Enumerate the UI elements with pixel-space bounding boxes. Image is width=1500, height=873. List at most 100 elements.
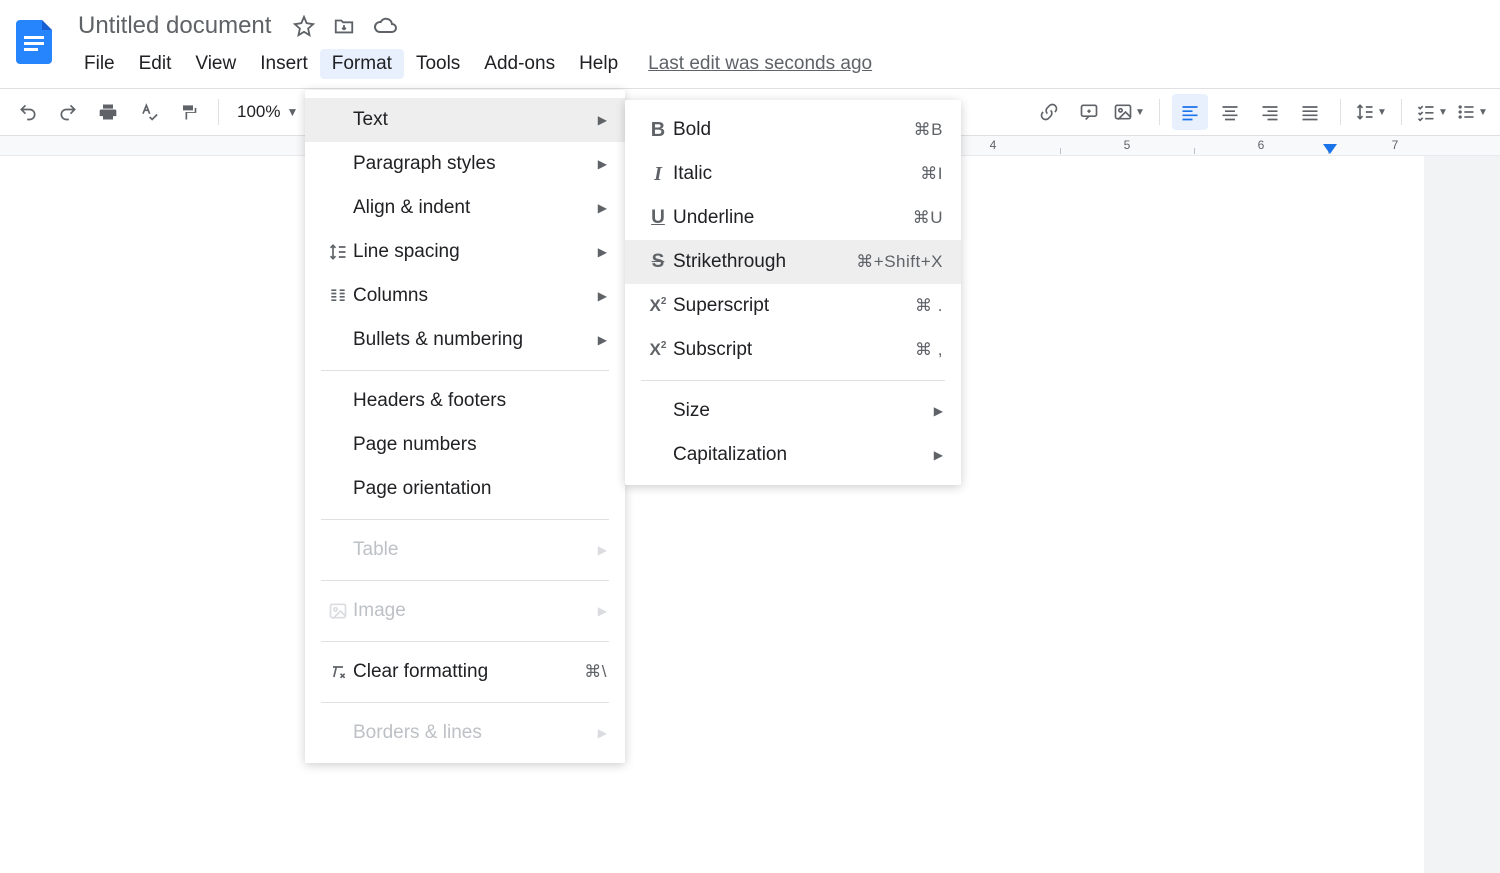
chevron-right-icon: ▶ bbox=[598, 245, 607, 259]
menu-item-label: Italic bbox=[673, 163, 920, 185]
format-paragraph-styles-item[interactable]: Paragraph styles▶ bbox=[305, 142, 625, 186]
menu-item-label: Page orientation bbox=[353, 478, 607, 500]
menu-item-label: Bullets & numbering bbox=[353, 329, 598, 351]
text-bold-item[interactable]: BBold⌘B bbox=[625, 108, 961, 152]
undo-button[interactable] bbox=[10, 94, 46, 130]
format-columns-item[interactable]: Columns▶ bbox=[305, 274, 625, 318]
chevron-right-icon: ▶ bbox=[934, 404, 943, 418]
text-submenu-panel: BBold⌘B IItalic⌘I UUnderline⌘U SStriketh… bbox=[625, 100, 961, 485]
align-center-button[interactable] bbox=[1212, 94, 1248, 130]
format-line-spacing-item[interactable]: Line spacing▶ bbox=[305, 230, 625, 274]
menu-item-label: Size bbox=[673, 400, 934, 422]
align-right-button[interactable] bbox=[1252, 94, 1288, 130]
menu-item-label: Paragraph styles bbox=[353, 153, 598, 175]
menu-item-label: Page numbers bbox=[353, 434, 607, 456]
app-header: Untitled document File Edit View Insert … bbox=[0, 0, 1500, 82]
format-text-item[interactable]: Text▶ bbox=[305, 98, 625, 142]
menu-item-label: Text bbox=[353, 109, 598, 131]
chevron-right-icon: ▶ bbox=[598, 333, 607, 347]
menu-item-label: Capitalization bbox=[673, 444, 934, 466]
menu-item-label: Subscript bbox=[673, 339, 915, 361]
toolbar-separator bbox=[1401, 99, 1402, 125]
format-clear-formatting-item[interactable]: Clear formatting⌘\ bbox=[305, 650, 625, 694]
align-left-button[interactable] bbox=[1172, 94, 1208, 130]
menu-separator bbox=[641, 380, 945, 381]
format-bullets-numbering-item[interactable]: Bullets & numbering▶ bbox=[305, 318, 625, 362]
text-italic-item[interactable]: IItalic⌘I bbox=[625, 152, 961, 196]
menu-item-shortcut: ⌘U bbox=[913, 208, 943, 228]
underline-icon: U bbox=[643, 207, 673, 229]
insert-image-button[interactable]: ▼ bbox=[1111, 94, 1147, 130]
menu-help[interactable]: Help bbox=[567, 49, 630, 79]
menu-item-label: Bold bbox=[673, 119, 914, 141]
ruler-number: 6 bbox=[1258, 138, 1265, 152]
redo-button[interactable] bbox=[50, 94, 86, 130]
chevron-right-icon: ▶ bbox=[934, 448, 943, 462]
format-menu-panel: Text▶ Paragraph styles▶ Align & indent▶ … bbox=[305, 90, 625, 763]
spellcheck-button[interactable] bbox=[130, 94, 166, 130]
menu-item-shortcut: ⌘\ bbox=[584, 662, 607, 682]
outline-icon[interactable] bbox=[19, 204, 45, 873]
menu-edit[interactable]: Edit bbox=[127, 49, 184, 79]
bulleted-list-button[interactable]: ▼ bbox=[1454, 94, 1490, 130]
toolbar-separator bbox=[218, 99, 219, 125]
right-indent-marker[interactable] bbox=[1323, 144, 1337, 154]
text-subscript-item[interactable]: X2Subscript⌘ , bbox=[625, 328, 961, 372]
toolbar-separator bbox=[1159, 99, 1160, 125]
format-page-orientation-item[interactable]: Page orientation bbox=[305, 467, 625, 511]
menu-item-shortcut: ⌘B bbox=[914, 120, 943, 140]
menu-item-shortcut: ⌘ , bbox=[915, 340, 943, 360]
italic-icon: I bbox=[643, 163, 673, 186]
format-align-indent-item[interactable]: Align & indent▶ bbox=[305, 186, 625, 230]
line-spacing-button[interactable]: ▼ bbox=[1353, 94, 1389, 130]
cloud-status-icon[interactable] bbox=[373, 14, 397, 38]
ruler-number: 5 bbox=[1124, 138, 1131, 152]
menu-item-shortcut: ⌘I bbox=[920, 164, 943, 184]
menu-separator bbox=[321, 641, 609, 642]
format-borders-lines-item: Borders & lines▶ bbox=[305, 711, 625, 755]
menu-view[interactable]: View bbox=[183, 49, 248, 79]
text-size-item[interactable]: Size▶ bbox=[625, 389, 961, 433]
menu-format[interactable]: Format bbox=[320, 49, 404, 79]
text-superscript-item[interactable]: X2Superscript⌘ . bbox=[625, 284, 961, 328]
star-icon[interactable] bbox=[293, 15, 315, 37]
chevron-right-icon: ▶ bbox=[598, 543, 607, 557]
menu-tools[interactable]: Tools bbox=[404, 49, 472, 79]
menu-addons[interactable]: Add-ons bbox=[472, 49, 567, 79]
ruler-number: 7 bbox=[1392, 138, 1399, 152]
outline-gutter bbox=[0, 156, 64, 873]
docs-logo[interactable] bbox=[12, 16, 60, 64]
caret-down-icon: ▼ bbox=[286, 105, 298, 119]
format-table-item: Table▶ bbox=[305, 528, 625, 572]
toolbar-separator bbox=[1340, 99, 1341, 125]
ruler-number: 4 bbox=[990, 138, 997, 152]
text-strikethrough-item[interactable]: SStrikethrough⌘+Shift+X bbox=[625, 240, 961, 284]
paint-format-button[interactable] bbox=[170, 94, 206, 130]
menu-file[interactable]: File bbox=[72, 49, 127, 79]
format-page-numbers-item[interactable]: Page numbers bbox=[305, 423, 625, 467]
last-edit-link[interactable]: Last edit was seconds ago bbox=[648, 53, 872, 75]
print-button[interactable] bbox=[90, 94, 126, 130]
chevron-right-icon: ▶ bbox=[598, 726, 607, 740]
checklist-button[interactable]: ▼ bbox=[1414, 94, 1450, 130]
superscript-icon: X2 bbox=[643, 296, 673, 316]
format-headers-footers-item[interactable]: Headers & footers bbox=[305, 379, 625, 423]
menu-insert[interactable]: Insert bbox=[248, 49, 320, 79]
align-justify-button[interactable] bbox=[1292, 94, 1328, 130]
menu-item-label: Headers & footers bbox=[353, 390, 607, 412]
menu-item-label: Align & indent bbox=[353, 197, 598, 219]
menu-item-label: Image bbox=[353, 600, 598, 622]
chevron-right-icon: ▶ bbox=[598, 113, 607, 127]
document-title[interactable]: Untitled document bbox=[72, 10, 277, 42]
insert-link-button[interactable] bbox=[1031, 94, 1067, 130]
insert-comment-button[interactable] bbox=[1071, 94, 1107, 130]
text-capitalization-item[interactable]: Capitalization▶ bbox=[625, 433, 961, 477]
text-underline-item[interactable]: UUnderline⌘U bbox=[625, 196, 961, 240]
menu-item-label: Line spacing bbox=[353, 241, 598, 263]
subscript-icon: X2 bbox=[643, 340, 673, 360]
zoom-selector[interactable]: 100% ▼ bbox=[231, 102, 304, 122]
strikethrough-icon: S bbox=[643, 251, 673, 273]
move-icon[interactable] bbox=[333, 15, 355, 37]
menu-item-label: Strikethrough bbox=[673, 251, 856, 273]
menu-item-shortcut: ⌘ . bbox=[915, 296, 943, 316]
